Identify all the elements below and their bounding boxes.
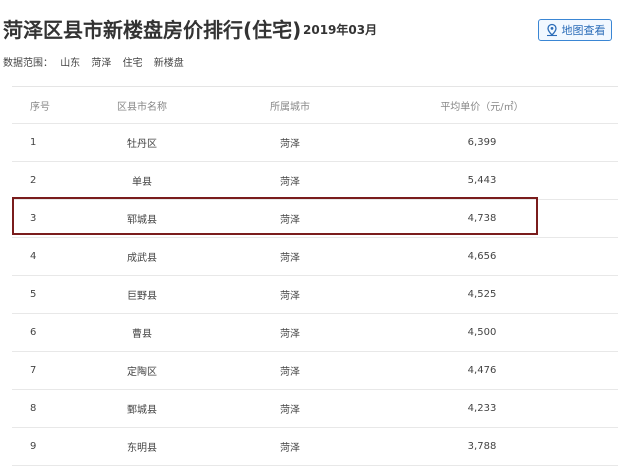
page-title: 菏泽区县市新楼盘房价排行(住宅)	[3, 18, 302, 42]
row-rank: 8	[30, 403, 37, 414]
row-price: 6,399	[467, 137, 497, 148]
column-header-city: 所属城市	[270, 101, 310, 113]
table-row[interactable]: 4 成武县 菏泽 4,656	[12, 238, 618, 276]
row-price: 4,656	[467, 251, 497, 262]
scope-tag-category: 新楼盘	[153, 58, 184, 69]
table-row[interactable]: 7 定陶区 菏泽 4,476	[12, 352, 618, 390]
row-price: 4,738	[467, 213, 497, 224]
report-date: 2019年03月	[303, 23, 378, 37]
table-row[interactable]: 2 单县 菏泽 5,443	[12, 162, 618, 200]
row-price: 4,233	[467, 403, 497, 414]
row-district: 鄄城县	[127, 405, 157, 416]
data-scope: 数据范围： 山东 菏泽 住宅 新楼盘	[3, 54, 192, 69]
row-price: 3,788	[467, 441, 497, 452]
scope-tag-province: 山东	[60, 58, 81, 69]
row-rank: 2	[30, 175, 37, 186]
row-city: 菏泽	[280, 215, 300, 226]
row-city: 菏泽	[280, 177, 300, 188]
column-header-district: 区县市名称	[117, 101, 167, 113]
row-price: 4,525	[467, 289, 497, 300]
table-row[interactable]: 1 牡丹区 菏泽 6,399	[12, 124, 618, 162]
row-city: 菏泽	[280, 443, 300, 454]
row-district: 东明县	[127, 443, 157, 454]
scope-tag-type: 住宅	[122, 58, 143, 69]
row-rank: 4	[30, 251, 37, 262]
map-view-button[interactable]: 地图查看	[538, 19, 612, 41]
row-rank: 9	[30, 441, 37, 452]
row-district: 单县	[132, 177, 152, 188]
table-header-row: 序号 区县市名称 所属城市 平均单价（元/㎡）	[12, 87, 618, 124]
row-district: 曹县	[132, 329, 152, 340]
row-rank: 6	[30, 327, 37, 338]
row-price: 4,476	[467, 365, 497, 376]
ranking-table: 序号 区县市名称 所属城市 平均单价（元/㎡） 1 牡丹区 菏泽 6,399 2…	[12, 86, 618, 466]
data-scope-label: 数据范围：	[3, 58, 53, 69]
row-district: 郓城县	[127, 215, 157, 226]
row-price: 4,500	[467, 327, 497, 338]
row-city: 菏泽	[280, 139, 300, 150]
row-city: 菏泽	[280, 367, 300, 378]
scope-tag-city: 菏泽	[91, 58, 112, 69]
page-header: 菏泽区县市新楼盘房价排行(住宅) 2019年03月 地图查看 数据范围： 山东 …	[0, 0, 640, 86]
row-rank: 5	[30, 289, 37, 300]
row-district: 成武县	[127, 253, 157, 264]
row-rank: 3	[30, 213, 37, 224]
column-header-rank: 序号	[30, 101, 50, 113]
row-rank: 1	[30, 137, 37, 148]
row-city: 菏泽	[280, 253, 300, 264]
map-pin-icon	[546, 23, 557, 37]
table-row[interactable]: 3 郓城县 菏泽 4,738	[12, 200, 618, 238]
column-header-price: 平均单价（元/㎡）	[440, 101, 524, 113]
row-city: 菏泽	[280, 329, 300, 340]
row-city: 菏泽	[280, 405, 300, 416]
row-rank: 7	[30, 365, 37, 376]
row-district: 牡丹区	[127, 139, 157, 150]
map-view-label: 地图查看	[561, 24, 606, 37]
row-district: 巨野县	[127, 291, 157, 302]
table-row[interactable]: 8 鄄城县 菏泽 4,233	[12, 390, 618, 428]
row-price: 5,443	[467, 175, 497, 186]
table-row[interactable]: 5 巨野县 菏泽 4,525	[12, 276, 618, 314]
table-row[interactable]: 9 东明县 菏泽 3,788	[12, 428, 618, 466]
table-row[interactable]: 6 曹县 菏泽 4,500	[12, 314, 618, 352]
row-district: 定陶区	[127, 367, 157, 378]
row-city: 菏泽	[280, 291, 300, 302]
